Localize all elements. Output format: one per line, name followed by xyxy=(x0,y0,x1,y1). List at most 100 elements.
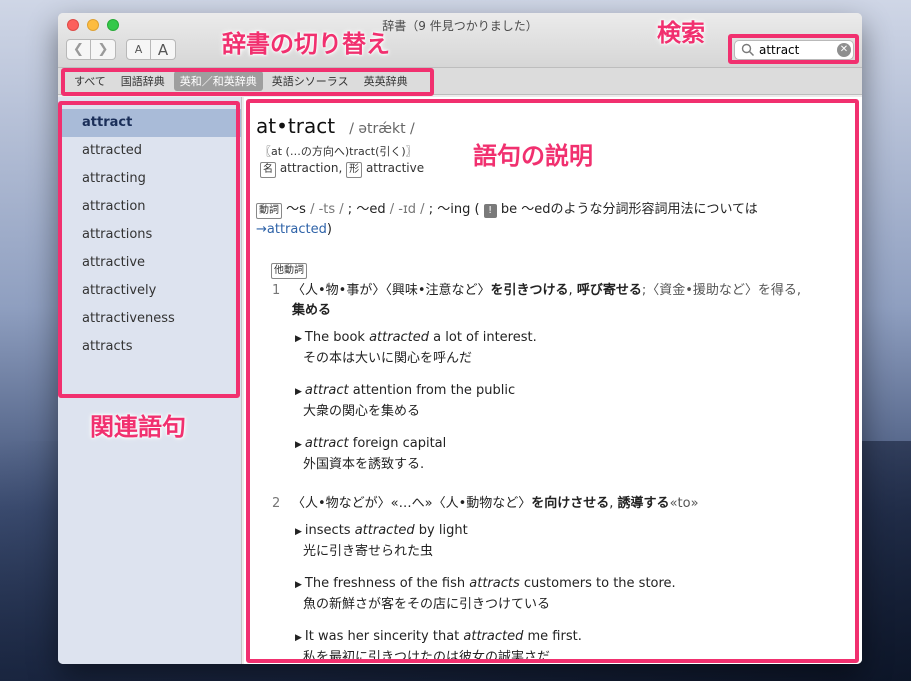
related-word-item[interactable]: attractiveness xyxy=(58,305,241,333)
scope-tab[interactable]: 英和／和英辞典 xyxy=(173,71,263,91)
pronunciation: / ətrǽkt / xyxy=(349,121,415,137)
navigation-buttons: ❮ ❯ xyxy=(66,39,116,60)
content-annotation-label: 語句の説明 xyxy=(473,142,593,170)
sense-secondary: 呼び寄せる xyxy=(576,283,642,298)
sense-secondary: 誘導する xyxy=(617,496,670,511)
derived-adjective: attractive xyxy=(365,161,425,175)
inflection-s: 〜s xyxy=(286,202,306,217)
etymology: 〖at (…の方向へ)tract(引く)〗 xyxy=(260,145,417,158)
search-input[interactable] xyxy=(759,43,833,57)
headword-line: at•tract / ətrǽkt / xyxy=(256,114,415,138)
scope-annotation-label: 辞書の切り替え xyxy=(222,30,390,58)
decrease-font-button[interactable]: A xyxy=(126,39,151,60)
scope-tab[interactable]: 英英辞典 xyxy=(358,71,414,91)
inflection-sep: ; xyxy=(347,202,353,217)
triangle-right-icon: ▶ xyxy=(295,527,302,537)
sidebar-annotation-label: 関連語句 xyxy=(90,413,186,441)
pos-tag-label: 他動詞 xyxy=(271,263,307,279)
related-word-item[interactable]: attracted xyxy=(58,137,241,165)
sense-line2-text: 集める xyxy=(292,303,332,318)
example-en: insects xyxy=(304,523,355,538)
sense-primary: を引きつける xyxy=(490,283,569,298)
example-sentence: ▶ attract attention from the public 大衆の関心を… xyxy=(295,381,515,422)
example-ja: その本は大いに関心を呼んだ xyxy=(303,351,473,366)
triangle-right-icon: ▶ xyxy=(295,334,302,344)
dictionary-window: 辞書（9 件見つかりました） ❮ ❯ A A ✕ すべて国語辞典英和／和英辞典英… xyxy=(58,13,862,664)
related-word-item[interactable]: attractive xyxy=(58,249,241,277)
example-en: It was her sincerity that xyxy=(304,629,464,644)
clear-icon[interactable]: ✕ xyxy=(837,43,851,57)
example-en: The book xyxy=(304,330,370,345)
increase-font-button[interactable]: A xyxy=(151,39,176,60)
related-word-item[interactable]: attracts xyxy=(58,333,241,361)
search-field[interactable]: ✕ xyxy=(734,40,854,60)
adjective-tag: 形 xyxy=(346,162,363,178)
example-en-rest: attention from the public xyxy=(348,383,516,398)
search-annotation-label: 検索 xyxy=(657,19,705,47)
related-word-item[interactable]: attractively xyxy=(58,277,241,305)
example-en-rest: foreign capital xyxy=(348,436,447,451)
related-word-item[interactable]: attractions xyxy=(58,221,241,249)
back-button[interactable]: ❮ xyxy=(66,39,91,60)
search-icon xyxy=(741,43,755,57)
inflection-ing: 〜ing ( xyxy=(437,202,480,217)
scope-tab[interactable]: 国語辞典 xyxy=(115,71,171,91)
example-sentence: ▶ The freshness of the fish attracts cust… xyxy=(295,574,676,615)
warning-icon: ! xyxy=(483,204,497,218)
sense-number: 1 xyxy=(272,283,281,298)
triangle-right-icon: ▶ xyxy=(295,387,302,397)
example-sentence: ▶ It was her sincerity that attracted me … xyxy=(295,627,582,664)
font-size-buttons: A A xyxy=(126,39,176,60)
sense-definition: 2 〈人•物などが〉«…へ»〈人•動物など〉を向けさせる, 誘導する«to» xyxy=(272,494,832,514)
chevron-right-icon: ❯ xyxy=(97,42,109,57)
inflections: 動詞 〜s / -ts / ; 〜ed / -ɪd / ; 〜ing ( ! b… xyxy=(256,200,826,240)
related-words-sidebar: attract attracted attracting attraction attr… xyxy=(58,97,242,664)
sense-separator: , xyxy=(609,496,614,511)
derived-noun: attraction, xyxy=(279,161,343,175)
noun-tag: 名 xyxy=(260,162,276,178)
scope-tab[interactable]: 英語シソーラス xyxy=(266,71,355,91)
sense-context: 〈人•物•事が〉〈興味•注意など〉 xyxy=(292,283,491,298)
sense-rest: ;〈資金•援助など〉を得る, xyxy=(641,283,802,298)
triangle-right-icon: ▶ xyxy=(295,440,302,450)
example-sentence: ▶ attract foreign capital 外国資本を誘致する. xyxy=(295,434,446,475)
example-en-rest: customers to the store. xyxy=(519,576,676,591)
example-en-keyword: attract xyxy=(304,436,349,451)
triangle-right-icon: ▶ xyxy=(295,580,302,590)
sense-primary: を向けさせる xyxy=(531,496,610,511)
derived-forms: 名 attraction, 形 attractive xyxy=(260,161,424,178)
example-sentence: ▶ insects attracted by light 光に引き寄せられた虫 xyxy=(295,521,468,562)
example-en-keyword: attracted xyxy=(463,629,524,644)
example-ja: 大衆の関心を集める xyxy=(303,404,421,419)
related-words-list: attract attracted attracting attraction attr… xyxy=(58,97,241,361)
chevron-left-icon: ❮ xyxy=(73,42,84,57)
example-sentence: ▶ The book attracted a lot of interest. その… xyxy=(295,328,537,369)
inflection-close: ) xyxy=(326,222,332,237)
titlebar: 辞書（9 件見つかりました） ❮ ❯ A A ✕ xyxy=(58,13,862,68)
related-word-item[interactable]: attraction xyxy=(58,193,241,221)
example-ja: 外国資本を誘致する. xyxy=(303,457,425,472)
scope-tab[interactable]: すべて xyxy=(68,71,112,91)
inflection-ed-pron: / -ɪd / xyxy=(389,202,425,217)
forward-button[interactable]: ❯ xyxy=(91,39,116,60)
sense-context: 〈人•物などが〉«…へ»〈人•動物など〉 xyxy=(292,496,532,511)
inflection-s-pron: / -ts / xyxy=(310,202,344,217)
example-en-rest: me first. xyxy=(523,629,582,644)
example-en-keyword: attract xyxy=(304,383,349,398)
transitive-verb-tag: 他動詞 xyxy=(271,262,307,279)
example-ja: 私を最初に引きつけたのは彼女の誠実さだ. xyxy=(303,650,555,664)
verb-tag: 動詞 xyxy=(256,203,282,219)
sense-number: 2 xyxy=(272,496,281,511)
triangle-right-icon: ▶ xyxy=(295,633,302,643)
window-title: 辞書（9 件見つかりました） xyxy=(382,19,538,33)
example-en-keyword: attracted xyxy=(369,330,430,345)
headword: at•tract xyxy=(256,114,336,138)
example-en-rest: a lot of interest. xyxy=(429,330,537,345)
related-word-item[interactable]: attract xyxy=(58,109,241,137)
sense-rest: «to» xyxy=(669,496,699,511)
inflection-note: be 〜edのような分詞形容詞用法については xyxy=(500,202,758,217)
attracted-link[interactable]: →attracted xyxy=(256,222,327,237)
example-ja: 魚の新鮮さが客をその店に引きつけている xyxy=(303,597,551,612)
sense-definition: 1 〈人•物•事が〉〈興味•注意など〉を引きつける, 呼び寄せる;〈資金•援助など… xyxy=(272,281,832,321)
related-word-item[interactable]: attracting xyxy=(58,165,241,193)
